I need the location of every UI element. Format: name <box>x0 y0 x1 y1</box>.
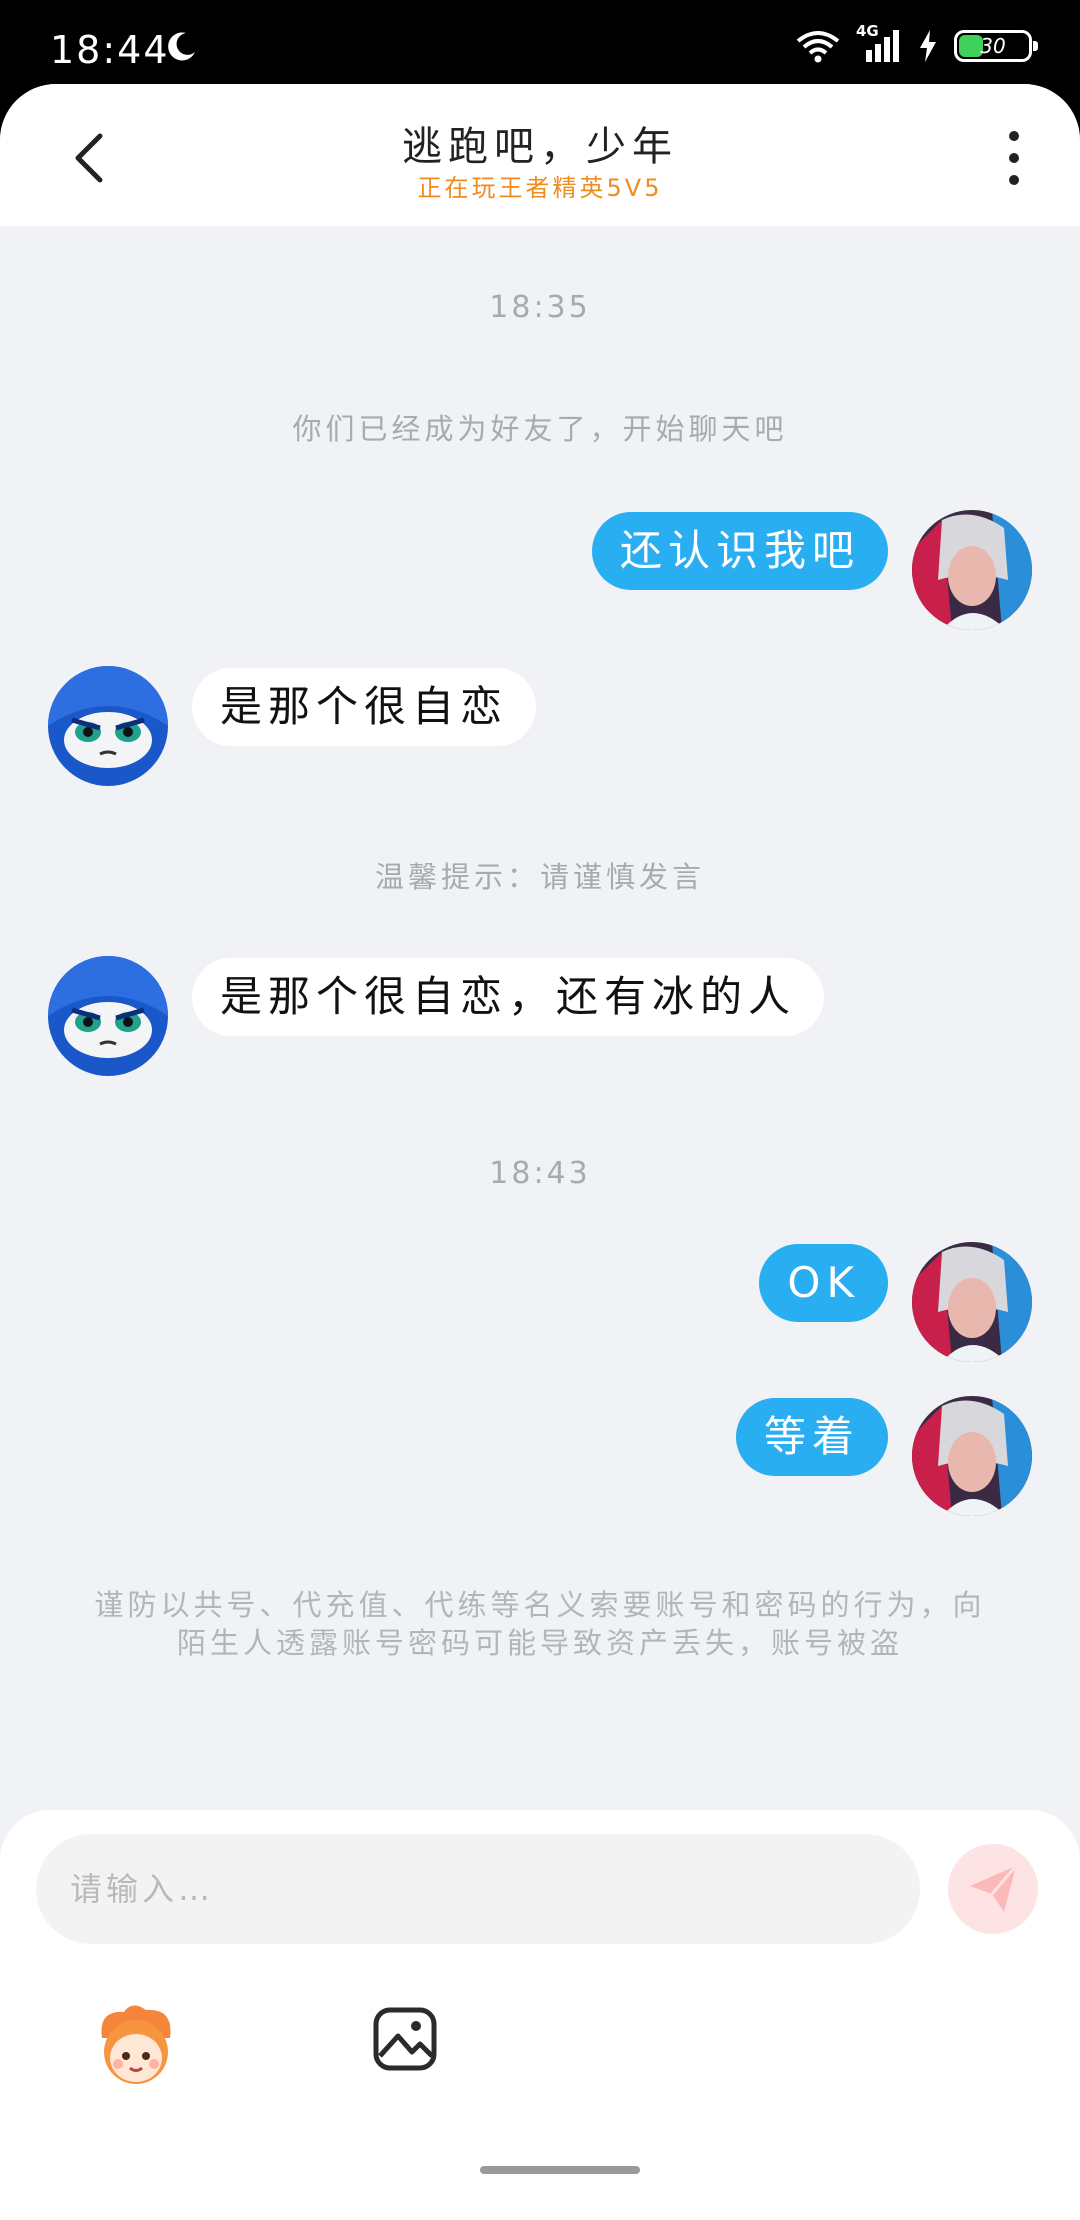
chat-header: 逃跑吧，少年 正在玩王者精英5V5 <box>0 84 1080 226</box>
message-bubble-outgoing[interactable]: 还认识我吧 <box>591 512 888 590</box>
send-icon <box>970 1865 1018 1912</box>
emoji-icon[interactable] <box>88 1998 184 2094</box>
battery-indicator: 30 <box>954 30 1038 62</box>
caution-notice: 温馨提示：请谨慎发言 <box>374 860 705 894</box>
contact-avatar-image <box>48 956 168 1076</box>
wifi-icon <box>796 31 840 63</box>
send-button[interactable] <box>948 1844 1038 1934</box>
message-bubble-incoming[interactable]: 是那个很自恋，还有冰的人 <box>192 958 825 1036</box>
security-warning: 谨防以共号、代充值、代练等名义索要账号和密码的行为，向陌生人透露账号密码可能导致… <box>94 1588 986 1660</box>
contact-avatar[interactable] <box>48 956 168 1076</box>
more-icon[interactable] <box>992 128 1036 188</box>
user-avatar-image <box>912 1242 1032 1362</box>
charging-icon <box>920 30 936 62</box>
message-bubble-outgoing[interactable]: OK <box>759 1244 888 1322</box>
friend-notice: 你们已经成为好友了，开始聊天吧 <box>292 412 788 446</box>
contact-name: 逃跑吧，少年 <box>402 124 678 170</box>
signal-icon: 4G <box>856 22 902 64</box>
chat-screen: 逃跑吧，少年 正在玩王者精英5V5 18:35 你们已经成为好友了，开始聊天吧 … <box>0 84 1080 2220</box>
home-indicator[interactable] <box>480 2166 640 2174</box>
timestamp: 18:43 <box>489 1156 591 1191</box>
contact-avatar[interactable] <box>48 666 168 786</box>
user-avatar-image <box>912 1396 1032 1516</box>
moon-icon <box>168 32 195 61</box>
my-avatar[interactable] <box>912 1396 1032 1516</box>
image-icon[interactable] <box>372 2006 438 2072</box>
my-avatar[interactable] <box>912 1242 1032 1362</box>
timestamp: 18:35 <box>489 290 591 325</box>
status-icons: 4G 30 <box>796 22 1038 64</box>
composer <box>0 1810 1080 2220</box>
message-bubble-incoming[interactable]: 是那个很自恋 <box>192 668 537 746</box>
contact-avatar-image <box>48 666 168 786</box>
status-time: 18:44 <box>50 28 170 72</box>
message-bubble-outgoing[interactable]: 等着 <box>735 1398 888 1476</box>
my-avatar[interactable] <box>912 510 1032 630</box>
contact-status: 正在玩王者精英5V5 <box>417 174 663 202</box>
battery-level: 30 <box>980 34 1006 58</box>
status-bar: 18:44 4G 30 <box>0 0 1080 84</box>
message-input[interactable] <box>36 1834 920 1944</box>
user-avatar-image <box>912 510 1032 630</box>
